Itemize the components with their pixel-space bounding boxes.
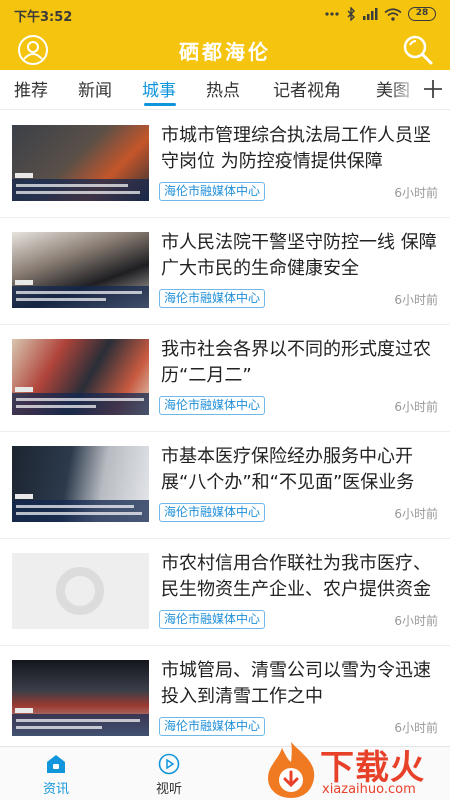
tab-recommend[interactable]: 推荐 xyxy=(14,76,48,101)
news-icon xyxy=(47,755,65,773)
publish-time: 6小时前 xyxy=(394,400,438,414)
news-thumbnail xyxy=(12,125,149,201)
source-tag: 海伦市融媒体中心 xyxy=(159,396,266,415)
news-title-box: 市基本医疗保险经办服务中心开展“八个办”和“不见面”医保业务 xyxy=(161,444,439,496)
tabs-fade xyxy=(390,70,420,109)
list-item[interactable]: 我市社会各界以不同的形式度过农历“二月二” 海伦市融媒体中心 6小时前 xyxy=(0,325,450,432)
app-title: 硒都海伦 xyxy=(179,40,271,64)
nav-news[interactable]: 资讯 xyxy=(26,753,86,797)
tab-hot[interactable]: 热点 xyxy=(206,76,240,101)
source-tag: 海伦市融媒体中心 xyxy=(159,503,266,522)
caption-strip xyxy=(12,714,149,736)
publish-time: 6小时前 xyxy=(394,186,438,200)
list-item[interactable]: 市人民法院干警坚守防控一线 保障广大市民的生命健康安全 海伦市融媒体中心 6小时… xyxy=(0,218,450,325)
channel-logo-mark xyxy=(15,387,33,392)
channel-logo-mark xyxy=(15,708,33,713)
news-title: 市城管局、清雪公司以雪为令迅速投入到清雪工作之中 xyxy=(161,660,431,707)
flame-logo-icon xyxy=(268,742,315,798)
news-thumbnail xyxy=(12,660,149,736)
caption-strip xyxy=(12,286,149,308)
list-item[interactable]: 市农村信用合作联社为我市医疗、民生物资生产企业、农户提供资金 海伦市融媒体中心 … xyxy=(0,539,450,646)
nav-audio-video-label: 视听 xyxy=(155,782,182,797)
play-icon xyxy=(158,753,180,775)
status-bar: 下午3:52 28 xyxy=(0,0,450,28)
bluetooth-icon xyxy=(347,7,355,21)
image-placeholder xyxy=(12,553,149,629)
tab-reporter-view[interactable]: 记者视角 xyxy=(273,76,341,101)
loading-ring-icon xyxy=(56,567,104,615)
list-item[interactable]: 市城管局、清雪公司以雪为令迅速投入到清雪工作之中 海伦市融媒体中心 6小时前 xyxy=(0,646,450,753)
add-channel-icon[interactable] xyxy=(422,78,444,100)
publish-time: 6小时前 xyxy=(394,507,438,521)
more-dots-icon xyxy=(325,12,339,16)
news-thumbnail xyxy=(12,339,149,415)
news-title-box: 市人民法院干警坚守防控一线 保障广大市民的生命健康安全 xyxy=(161,230,439,282)
publish-time: 6小时前 xyxy=(394,614,438,628)
channel-logo-mark xyxy=(15,280,33,285)
tab-news[interactable]: 新闻 xyxy=(78,76,112,101)
news-title-box: 市城市管理综合执法局工作人员坚守岗位 为防控疫情提供保障 xyxy=(161,123,439,175)
news-title: 市基本医疗保险经办服务中心开展“八个办”和“不见面”医保业务 xyxy=(161,446,415,493)
source-tag: 海伦市融媒体中心 xyxy=(159,289,266,308)
caption-strip xyxy=(12,179,149,201)
search-icon[interactable] xyxy=(402,34,434,66)
signal-icon xyxy=(363,8,378,20)
list-item[interactable]: 市基本医疗保险经办服务中心开展“八个办”和“不见面”医保业务 海伦市融媒体中心 … xyxy=(0,432,450,539)
source-tag: 海伦市融媒体中心 xyxy=(159,610,266,629)
news-title-box: 市城管局、清雪公司以雪为令迅速投入到清雪工作之中 xyxy=(161,658,439,710)
category-tabs: 推荐 新闻 城事 热点 记者视角 美图 xyxy=(0,70,450,110)
news-title: 市人民法院干警坚守防控一线 保障广大市民的生命健康安全 xyxy=(161,232,437,279)
news-thumbnail xyxy=(12,446,149,522)
news-title: 我市社会各界以不同的形式度过农历“二月二” xyxy=(161,339,431,386)
news-title: 市农村信用合作联社为我市医疗、民生物资生产企业、农户提供资金 xyxy=(161,553,431,600)
watermark-url: xiazaihuo.com xyxy=(322,782,416,797)
watermark: 下载火 xiazaihuo.com xyxy=(260,738,450,800)
wifi-icon xyxy=(384,7,402,21)
status-time: 下午3:52 xyxy=(14,10,73,25)
source-tag: 海伦市融媒体中心 xyxy=(159,717,266,736)
list-item[interactable]: 市城市管理综合执法局工作人员坚守岗位 为防控疫情提供保障 海伦市融媒体中心 6小… xyxy=(0,111,450,218)
news-title-box: 我市社会各界以不同的形式度过农历“二月二” xyxy=(161,337,439,389)
channel-logo-mark xyxy=(15,173,33,178)
caption-strip xyxy=(12,500,149,522)
publish-time: 6小时前 xyxy=(394,293,438,307)
nav-audio-video[interactable]: 视听 xyxy=(139,753,199,797)
tab-city[interactable]: 城事 xyxy=(142,76,176,101)
caption-strip xyxy=(12,393,149,415)
nav-news-label: 资讯 xyxy=(42,782,69,797)
source-tag: 海伦市融媒体中心 xyxy=(159,182,266,201)
app-header: 硒都海伦 xyxy=(0,28,450,70)
active-tab-indicator xyxy=(144,103,176,106)
channel-logo-mark xyxy=(15,494,33,499)
top-bar: 下午3:52 28 硒都海伦 xyxy=(0,0,450,70)
status-icons: 28 xyxy=(324,6,436,22)
publish-time: 6小时前 xyxy=(394,721,438,735)
news-title: 市城市管理综合执法局工作人员坚守岗位 为防控疫情提供保障 xyxy=(161,125,431,172)
news-title-box: 市农村信用合作联社为我市医疗、民生物资生产企业、农户提供资金 xyxy=(161,551,439,603)
battery-indicator: 28 xyxy=(408,7,436,21)
news-thumbnail xyxy=(12,232,149,308)
